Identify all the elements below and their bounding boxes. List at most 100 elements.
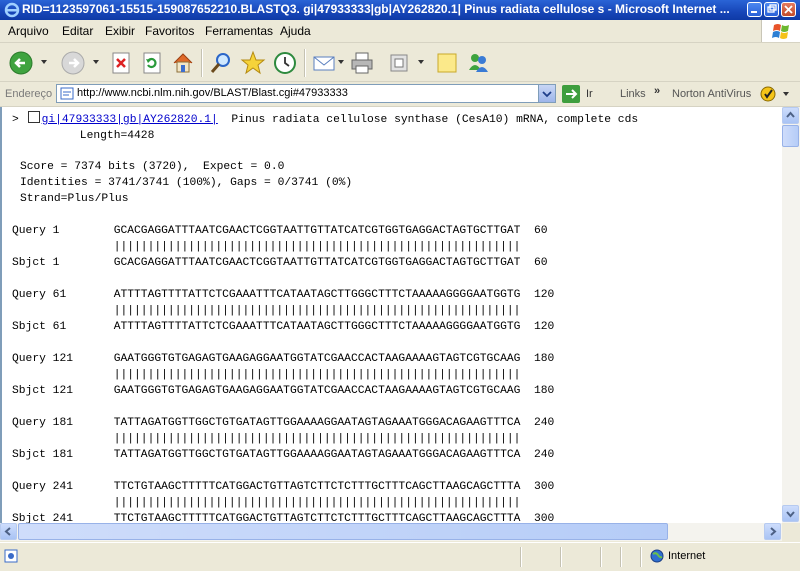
stop-icon[interactable] <box>108 50 134 76</box>
url-text[interactable]: http://www.ncbi.nlm.nih.gov/BLAST/Blast.… <box>77 87 348 99</box>
query-line: Query 241 TTCTGTAAGCTTTTTCATGGACTGTTAGTC… <box>12 481 555 493</box>
chevron-down-icon <box>542 91 552 98</box>
scroll-left-button[interactable] <box>0 523 17 540</box>
arrow-down-icon <box>786 511 795 518</box>
close-button[interactable] <box>781 2 796 17</box>
page-content: > gi|47933333|gb|AY262820.1| Pinus radia… <box>0 107 782 523</box>
history-icon[interactable] <box>272 50 298 76</box>
home-icon[interactable] <box>170 50 196 76</box>
forward-dropdown-icon[interactable] <box>93 60 99 64</box>
match-line: ||||||||||||||||||||||||||||||||||||||||… <box>12 369 521 381</box>
match-line: ||||||||||||||||||||||||||||||||||||||||… <box>12 241 521 253</box>
window-title: RID=1123597061-15515-159087652210.BLASTQ… <box>22 2 730 16</box>
status-divider <box>640 547 642 567</box>
page-icon <box>60 87 74 100</box>
menu-bar: Arquivo Editar Exibir Favoritos Ferramen… <box>0 20 800 43</box>
address-label: Endereço <box>5 88 53 100</box>
notes-icon[interactable] <box>434 50 460 76</box>
subject-line: Sbjct 61 ATTTTAGTTTTATTCTCGAAATTTCATAATA… <box>12 321 555 333</box>
go-label[interactable]: Ir <box>586 88 593 100</box>
toolbar-separator <box>201 49 203 77</box>
address-input[interactable]: http://www.ncbi.nlm.nih.gov/BLAST/Blast.… <box>56 84 556 103</box>
alignment-block: Query 1 GCACGAGGATTTAATCGAACTCGGTAATTGTT… <box>12 223 554 523</box>
title-bar: RID=1123597061-15515-159087652210.BLASTQ… <box>0 0 800 20</box>
internet-globe-icon <box>650 549 664 563</box>
page-status-icon <box>4 549 18 563</box>
status-bar: Internet <box>0 542 800 571</box>
status-divider <box>600 547 602 567</box>
identities-line: Identities = 3741/3741 (100%), Gaps = 0/… <box>20 177 353 189</box>
scroll-down-button[interactable] <box>782 505 799 522</box>
horizontal-scroll-thumb[interactable] <box>18 523 668 540</box>
chevron-double-right-icon[interactable]: » <box>654 85 660 97</box>
minimize-icon <box>751 11 757 13</box>
subject-line: Sbjct 181 TATTAGATGGTTGGCTGTGATAGTTGGAAA… <box>12 449 555 461</box>
mail-icon[interactable] <box>311 50 337 76</box>
subject-line: Sbjct 241 TTCTGTAAGCTTTTTCATGGACTGTTAGTC… <box>12 513 555 523</box>
menu-ferramentas[interactable]: Ferramentas <box>205 24 273 38</box>
vertical-scroll-thumb[interactable] <box>782 125 799 147</box>
arrow-left-icon <box>4 527 11 536</box>
result-checkbox[interactable] <box>27 111 40 123</box>
address-bar: Endereço http://www.ncbi.nlm.nih.gov/BLA… <box>0 82 800 107</box>
match-line: ||||||||||||||||||||||||||||||||||||||||… <box>12 433 521 445</box>
address-dropdown-button[interactable] <box>538 85 555 102</box>
match-line: ||||||||||||||||||||||||||||||||||||||||… <box>12 305 521 317</box>
result-description: Pinus radiata cellulose synthase (CesA10… <box>217 114 639 126</box>
links-button[interactable]: Links <box>620 88 646 100</box>
scroll-right-button[interactable] <box>764 523 781 540</box>
windows-logo <box>761 20 800 42</box>
status-divider <box>560 547 562 567</box>
scroll-up-button[interactable] <box>782 107 799 124</box>
horizontal-scrollbar[interactable] <box>0 523 782 541</box>
arrow-right-icon <box>770 527 777 536</box>
query-line: Query 1 GCACGAGGATTTAATCGAACTCGGTAATTGTT… <box>12 225 548 237</box>
back-icon[interactable] <box>8 50 34 76</box>
length-line: Length=4428 <box>12 130 155 142</box>
scrollbar-corner <box>782 523 800 541</box>
result-marker: > <box>12 114 19 126</box>
mail-dropdown-icon[interactable] <box>338 60 344 64</box>
print-icon[interactable] <box>349 50 375 76</box>
norton-icon[interactable] <box>760 86 776 102</box>
minimize-button[interactable] <box>747 2 762 17</box>
internet-explorer-icon <box>4 2 20 18</box>
query-line: Query 121 GAATGGGTGTGAGAGTGAAGAGGAATGGTA… <box>12 353 555 365</box>
windows-flag-icon <box>772 24 789 39</box>
query-line: Query 61 ATTTTAGTTTTATTCTCGAAATTTCATAATA… <box>12 289 555 301</box>
toolbar <box>0 43 800 82</box>
match-line: ||||||||||||||||||||||||||||||||||||||||… <box>12 497 521 509</box>
accession-link[interactable]: gi|47933333|gb|AY262820.1| <box>42 114 218 126</box>
close-icon <box>784 5 793 14</box>
menu-arquivo[interactable]: Arquivo <box>8 24 49 38</box>
subject-line: Sbjct 1 GCACGAGGATTTAATCGAACTCGGTAATTGTT… <box>12 257 548 269</box>
vertical-scrollbar[interactable] <box>782 107 800 523</box>
query-line: Query 181 TATTAGATGGTTGGCTGTGATAGTTGGAAA… <box>12 417 555 429</box>
toolbar-separator <box>304 49 306 77</box>
refresh-icon[interactable] <box>139 50 165 76</box>
security-zone-label: Internet <box>668 550 706 562</box>
menu-favoritos[interactable]: Favoritos <box>145 24 194 38</box>
go-arrow-icon <box>566 89 578 99</box>
result-header: > gi|47933333|gb|AY262820.1| Pinus radia… <box>12 111 638 144</box>
go-button[interactable] <box>562 85 580 103</box>
alignment-stats: Score = 7374 bits (3720), Expect = 0.0 I… <box>20 159 352 207</box>
forward-icon[interactable] <box>60 50 86 76</box>
menu-exibir[interactable]: Exibir <box>105 24 135 38</box>
arrow-up-icon <box>786 111 795 118</box>
messenger-icon[interactable] <box>465 50 491 76</box>
status-divider <box>620 547 622 567</box>
edit-dropdown-icon[interactable] <box>418 60 424 64</box>
favorites-icon[interactable] <box>240 50 266 76</box>
norton-dropdown-icon[interactable] <box>783 92 789 96</box>
subject-line: Sbjct 121 GAATGGGTGTGAGAGTGAAGAGGAATGGTA… <box>12 385 555 397</box>
menu-ajuda[interactable]: Ajuda <box>280 24 311 38</box>
search-icon[interactable] <box>208 50 234 76</box>
back-dropdown-icon[interactable] <box>41 60 47 64</box>
maximize-button[interactable] <box>764 2 779 17</box>
norton-antivirus-button[interactable]: Norton AntiVirus <box>672 88 751 100</box>
menu-editar[interactable]: Editar <box>62 24 93 38</box>
edit-icon[interactable] <box>386 50 412 76</box>
score-line: Score = 7374 bits (3720), Expect = 0.0 <box>20 161 285 173</box>
restore-icon <box>767 4 777 13</box>
